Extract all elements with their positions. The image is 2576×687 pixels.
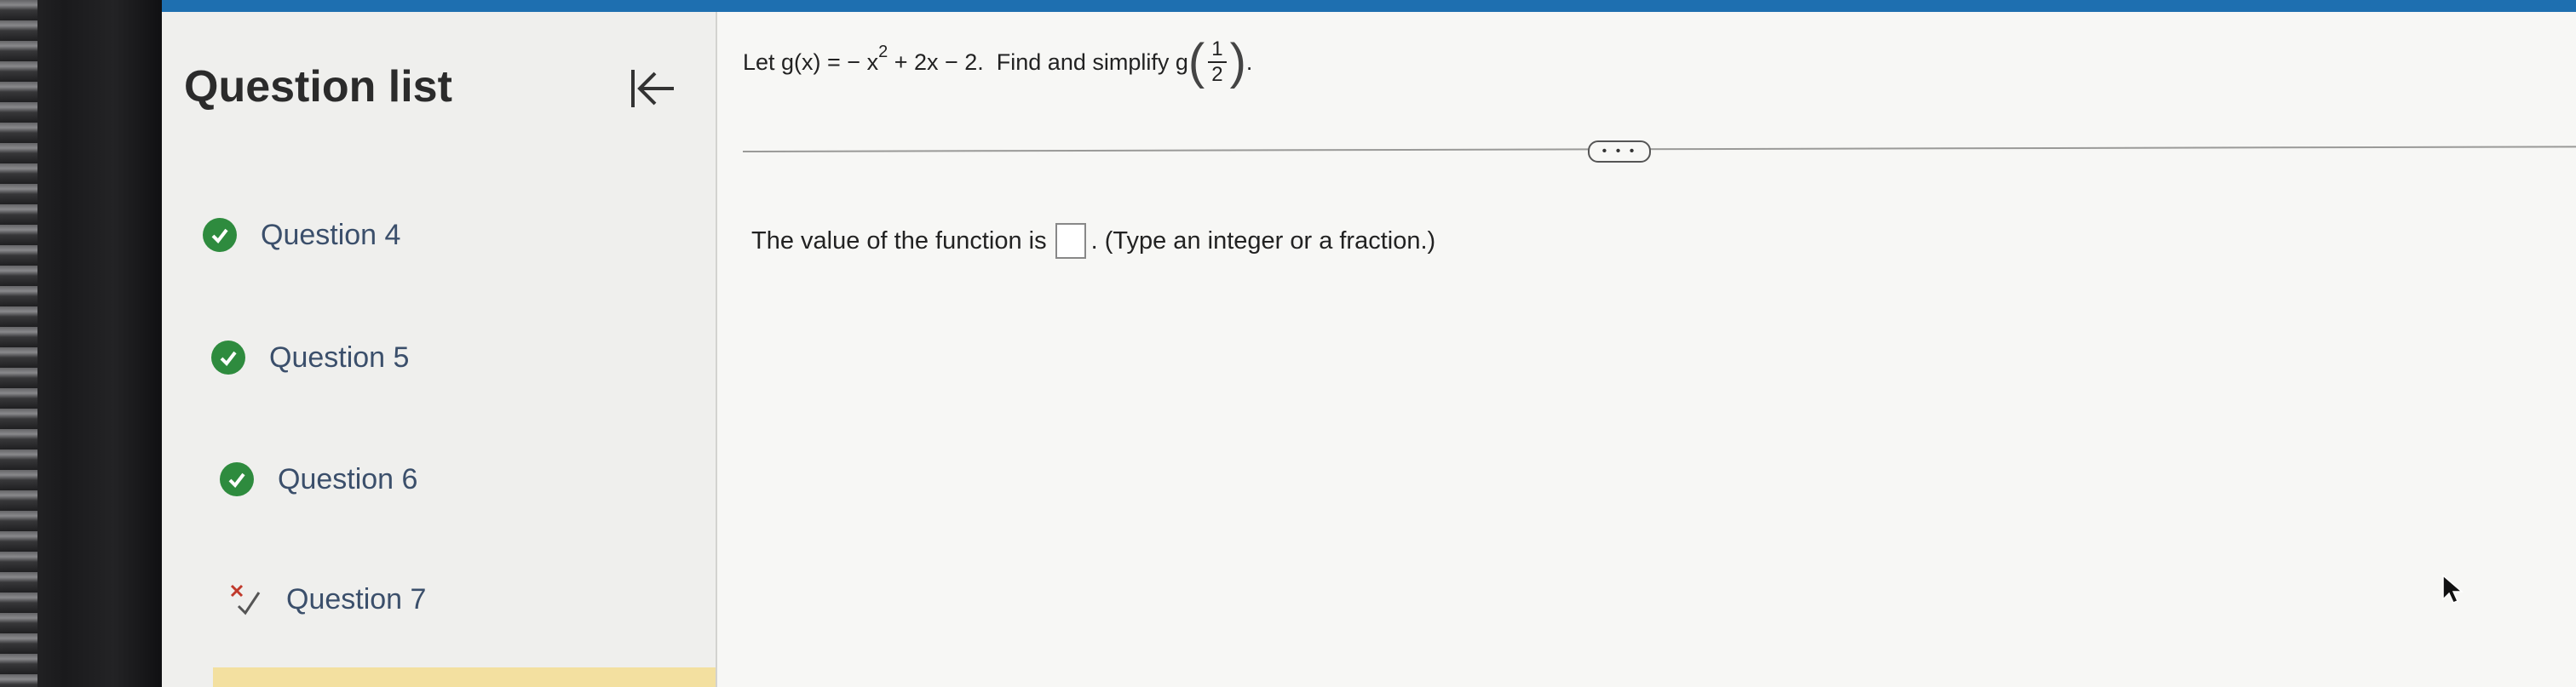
top-accent-bar (162, 0, 2576, 12)
question-item-6[interactable]: Question 6 (220, 462, 417, 496)
collapse-sidebar-button[interactable] (613, 54, 690, 123)
problem-exponent: 2 (878, 42, 888, 61)
collapse-left-icon (631, 70, 674, 107)
answer-input[interactable] (1055, 223, 1086, 259)
question-list-sidebar: Question list Question 4 Question 5 Ques… (162, 12, 724, 687)
problem-statement: Let g(x) = − x 2 + 2x − 2. Find and simp… (743, 37, 1252, 87)
question-item-5[interactable]: Question 5 (211, 341, 409, 375)
fraction-numerator: 1 (1208, 37, 1227, 63)
question-item-label: Question 5 (269, 341, 410, 374)
question-content: Let g(x) = − x 2 + 2x − 2. Find and simp… (717, 12, 2576, 687)
question-item-4[interactable]: Question 4 (203, 218, 400, 252)
question-item-7[interactable]: Question 7 (228, 582, 426, 616)
active-question-highlight[interactable] (213, 667, 724, 687)
check-icon (220, 462, 254, 496)
screen: Question list Question 4 Question 5 Ques… (162, 0, 2576, 687)
question-item-label: Question 7 (286, 582, 427, 615)
check-icon (203, 218, 237, 252)
partial-credit-icon (228, 582, 262, 616)
right-paren: ) (1229, 34, 1246, 89)
fraction: 1 2 (1208, 37, 1227, 87)
left-paren: ( (1187, 34, 1205, 89)
problem-end: . (1245, 49, 1253, 75)
question-item-label: Question 6 (278, 462, 418, 495)
answer-prefix: The value of the function is (751, 226, 1047, 255)
fraction-denominator: 2 (1211, 63, 1223, 86)
answer-suffix: . (Type an integer or a fraction.) (1090, 226, 1436, 255)
sidebar-title: Question list (184, 62, 452, 112)
check-icon (211, 341, 245, 375)
problem-rest: + 2x − 2. Find and simplify g (888, 49, 1188, 75)
section-divider (742, 146, 2576, 152)
notebook-binding (0, 0, 37, 687)
question-item-label: Question 4 (261, 218, 401, 251)
answer-row: The value of the function is . (Type an … (751, 223, 1435, 259)
mouse-cursor-icon (2442, 574, 2464, 604)
expand-more-button[interactable]: • • • (1588, 140, 1651, 163)
problem-intro: Let g(x) = − x (743, 49, 879, 75)
